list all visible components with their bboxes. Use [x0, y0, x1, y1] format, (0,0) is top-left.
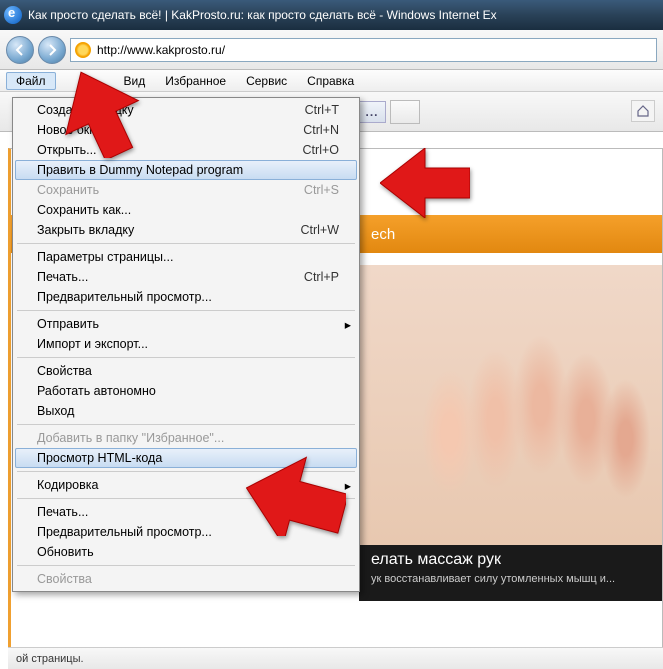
article-image — [359, 265, 662, 545]
menu-item-label: Открыть... — [37, 143, 303, 157]
menu-item[interactable]: Править в Dummy Notepad program — [15, 160, 357, 180]
home-icon — [636, 104, 650, 118]
menu-item: СохранитьCtrl+S — [15, 180, 357, 200]
menu-separator — [17, 243, 355, 244]
menu-item-label: Предварительный просмотр... — [37, 290, 339, 304]
menu-item-label: Печать... — [37, 505, 339, 519]
menu-item[interactable]: Печать... — [15, 502, 357, 522]
menu-item[interactable]: Импорт и экспорт... — [15, 334, 357, 354]
menu-help[interactable]: Справка — [297, 72, 364, 90]
menu-item-label: Печать... — [37, 270, 304, 284]
search-placeholder[interactable]: Найти — [401, 169, 446, 185]
menu-item[interactable]: Свойства — [15, 361, 357, 381]
statusbar: ой страницы. — [8, 647, 663, 669]
ie-icon — [4, 6, 22, 24]
menubar: Файл Вид Избранное Сервис Справка — [0, 70, 663, 92]
menu-item-label: Править в Dummy Notepad program — [37, 163, 339, 177]
menu-item-shortcut: Ctrl+W — [300, 223, 339, 237]
menu-item-label: Свойства — [37, 572, 339, 586]
menu-item-label: Сохранить — [37, 183, 304, 197]
menu-item[interactable]: Просмотр HTML-кода — [15, 448, 357, 468]
menu-separator — [17, 471, 355, 472]
menu-item-label: Просмотр HTML-кода — [37, 451, 339, 465]
menu-separator — [17, 310, 355, 311]
menu-tools[interactable]: Сервис — [236, 72, 297, 90]
back-button[interactable] — [6, 36, 34, 64]
menu-item[interactable]: Отправить ▸ — [15, 314, 357, 334]
article-caption: елать массаж рук ук восстанавливает силу… — [359, 545, 662, 601]
menu-separator — [17, 357, 355, 358]
caption-title: елать массаж рук — [371, 551, 650, 569]
site-icon — [75, 42, 91, 58]
menu-item[interactable]: Обновить — [15, 542, 357, 562]
menu-item-shortcut: Ctrl+T — [305, 103, 339, 117]
new-tab-button[interactable] — [390, 100, 420, 124]
submenu-arrow-icon: ▸ — [345, 317, 351, 332]
menu-item[interactable]: Открыть...Ctrl+O — [15, 140, 357, 160]
url-input[interactable] — [97, 43, 652, 57]
menu-item[interactable]: Кодировка ▸ — [15, 475, 357, 495]
address-bar[interactable] — [70, 38, 657, 62]
menu-favorites[interactable]: Избранное — [155, 72, 236, 90]
menu-item-label: Импорт и экспорт... — [37, 337, 339, 351]
arrow-right-icon — [45, 43, 59, 57]
menu-item[interactable]: Сохранить как... — [15, 200, 357, 220]
menu-item[interactable]: Выход — [15, 401, 357, 421]
menu-item-shortcut: Ctrl+S — [304, 183, 339, 197]
submenu-arrow-icon: ▸ — [345, 478, 351, 493]
nav-toolbar — [0, 30, 663, 70]
menu-item-label: Работать автономно — [37, 384, 339, 398]
menu-item-label: Предварительный просмотр... — [37, 525, 339, 539]
menu-item-label: Кодировка — [37, 478, 339, 492]
menu-separator — [17, 424, 355, 425]
window-titlebar: Как просто сделать всё! | KakProsto.ru: … — [0, 0, 663, 30]
menu-item-label: Обновить — [37, 545, 339, 559]
menu-item-label: Отправить — [37, 317, 339, 331]
menu-item-label: Новое окно — [37, 123, 303, 137]
menu-item-label: Выход — [37, 404, 339, 418]
menu-file[interactable]: Файл — [6, 72, 56, 90]
menu-item-shortcut: Ctrl+N — [303, 123, 339, 137]
file-menu-dropdown: Создать вкладкуCtrl+TНовое окноCtrl+NОтк… — [12, 97, 360, 592]
menu-item[interactable]: Предварительный просмотр... — [15, 522, 357, 542]
window-title: Как просто сделать всё! | KakProsto.ru: … — [28, 8, 497, 22]
menu-item[interactable]: Создать вкладкуCtrl+T — [15, 100, 357, 120]
status-text: ой страницы. — [16, 653, 84, 665]
menu-item-label: Сохранить как... — [37, 203, 339, 217]
menu-item[interactable]: Новое окноCtrl+N — [15, 120, 357, 140]
forward-button[interactable] — [38, 36, 66, 64]
caption-subtitle: ук восстанавливает силу утомленных мышц … — [371, 573, 650, 585]
menu-item-label: Добавить в папку "Избранное"... — [37, 431, 339, 445]
menu-item[interactable]: Предварительный просмотр... — [15, 287, 357, 307]
menu-item: Добавить в папку "Избранное"... — [15, 428, 357, 448]
menu-item[interactable]: Печать...Ctrl+P — [15, 267, 357, 287]
menu-view[interactable]: Вид — [114, 72, 156, 90]
menu-item-shortcut: Ctrl+O — [303, 143, 339, 157]
menu-separator — [17, 565, 355, 566]
home-button[interactable] — [631, 100, 655, 122]
menu-item-label: Свойства — [37, 364, 339, 378]
menu-item[interactable]: Закрыть вкладкуCtrl+W — [15, 220, 357, 240]
menu-item[interactable]: Параметры страницы... — [15, 247, 357, 267]
tab-overflow-button[interactable]: ... — [358, 101, 386, 123]
category-text: ech — [371, 226, 395, 243]
menu-separator — [17, 498, 355, 499]
arrow-left-icon — [13, 43, 27, 57]
menu-item[interactable]: Работать автономно — [15, 381, 357, 401]
menu-item-label: Параметры страницы... — [37, 250, 339, 264]
menu-item: Свойства — [15, 569, 357, 589]
menu-item-shortcut: Ctrl+P — [304, 270, 339, 284]
menu-item-label: Закрыть вкладку — [37, 223, 300, 237]
menu-item-label: Создать вкладку — [37, 103, 305, 117]
